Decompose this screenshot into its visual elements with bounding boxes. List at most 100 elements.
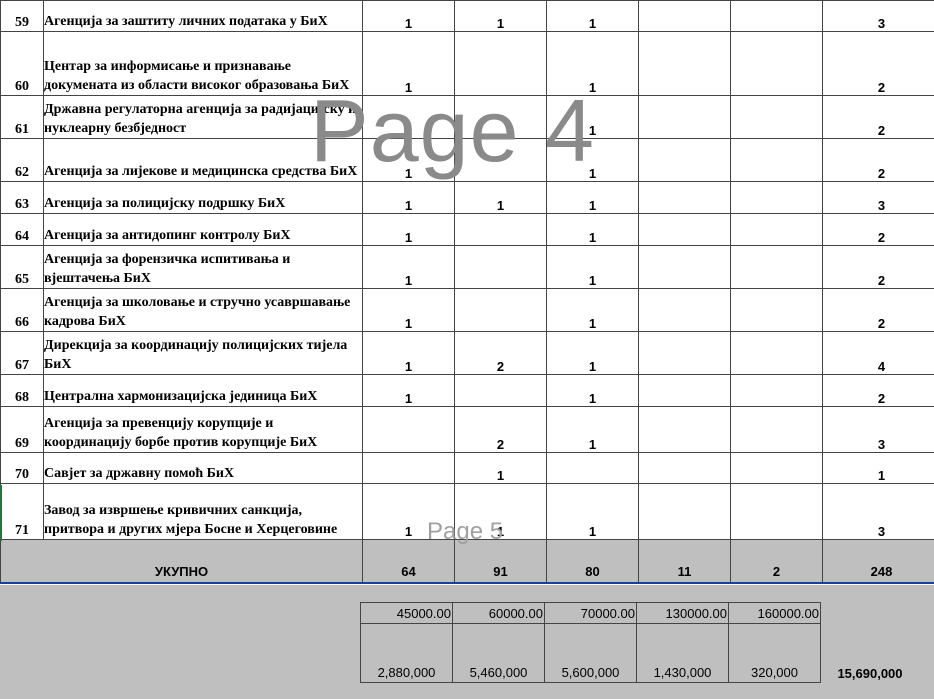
row-total-cell[interactable]: 1 xyxy=(822,452,934,484)
count-cell[interactable]: 1 xyxy=(546,213,639,246)
row-number[interactable]: 59 xyxy=(0,0,44,32)
count-cell[interactable]: 1 xyxy=(454,181,547,214)
count-cell[interactable]: 1 xyxy=(362,331,455,375)
count-cell[interactable]: 1 xyxy=(546,374,639,407)
count-cell[interactable] xyxy=(638,288,731,332)
institution-name[interactable]: Дирекција за координацију полицијских ти… xyxy=(43,331,363,375)
institution-name[interactable]: Савјет за државну помоћ БиХ xyxy=(43,452,363,484)
count-cell[interactable] xyxy=(638,245,731,289)
row-total-cell[interactable]: 2 xyxy=(822,245,934,289)
count-cell[interactable]: 2 xyxy=(454,331,547,375)
row-number[interactable]: 70 xyxy=(0,452,44,484)
count-cell[interactable]: 1 xyxy=(546,31,639,96)
column-total-cell[interactable]: 11 xyxy=(638,539,731,584)
count-cell[interactable] xyxy=(638,95,731,139)
count-cell[interactable] xyxy=(454,288,547,332)
row-number[interactable]: 66 xyxy=(0,288,44,332)
row-number[interactable]: 71 xyxy=(0,483,44,540)
count-cell[interactable]: 1 xyxy=(362,181,455,214)
count-cell[interactable]: 1 xyxy=(362,374,455,407)
amount-cell[interactable]: 2,880,000 xyxy=(360,623,453,683)
row-number[interactable]: 62 xyxy=(0,138,44,182)
count-cell[interactable] xyxy=(730,0,823,32)
count-cell[interactable] xyxy=(638,181,731,214)
price-cell[interactable]: 45000.00 xyxy=(360,602,453,624)
price-cell[interactable]: 160000.00 xyxy=(728,602,821,624)
count-cell[interactable]: 1 xyxy=(546,181,639,214)
count-cell[interactable]: 1 xyxy=(546,95,639,139)
count-cell[interactable] xyxy=(730,406,823,453)
grand-count-cell[interactable]: 248 xyxy=(822,539,934,584)
count-cell[interactable]: 1 xyxy=(362,95,455,139)
count-cell[interactable]: 1 xyxy=(546,406,639,453)
count-cell[interactable] xyxy=(362,406,455,453)
row-number[interactable]: 69 xyxy=(0,406,44,453)
count-cell[interactable] xyxy=(730,245,823,289)
row-total-cell[interactable]: 2 xyxy=(822,31,934,96)
column-total-cell[interactable]: 2 xyxy=(730,539,823,584)
count-cell[interactable]: 1 xyxy=(454,452,547,484)
row-number[interactable]: 63 xyxy=(0,181,44,214)
row-number[interactable]: 68 xyxy=(0,374,44,407)
row-total-cell[interactable]: 3 xyxy=(822,483,934,540)
count-cell[interactable]: 2 xyxy=(454,406,547,453)
count-cell[interactable] xyxy=(454,213,547,246)
row-number[interactable]: 65 xyxy=(0,245,44,289)
count-cell[interactable] xyxy=(730,181,823,214)
count-cell[interactable]: 1 xyxy=(362,483,455,540)
count-cell[interactable] xyxy=(730,288,823,332)
count-cell[interactable] xyxy=(730,452,823,484)
amount-cell[interactable]: 320,000 xyxy=(728,623,821,683)
count-cell[interactable] xyxy=(454,95,547,139)
row-total-cell[interactable]: 2 xyxy=(822,95,934,139)
amount-cell[interactable]: 5,460,000 xyxy=(452,623,545,683)
count-cell[interactable] xyxy=(638,31,731,96)
amount-cell[interactable]: 5,600,000 xyxy=(544,623,637,683)
row-total-cell[interactable]: 3 xyxy=(822,181,934,214)
count-cell[interactable] xyxy=(454,374,547,407)
count-cell[interactable]: 1 xyxy=(546,245,639,289)
count-cell[interactable] xyxy=(638,374,731,407)
price-cell[interactable]: 130000.00 xyxy=(636,602,729,624)
count-cell[interactable]: 1 xyxy=(362,0,455,32)
amount-cell[interactable]: 1,430,000 xyxy=(636,623,729,683)
count-cell[interactable]: 1 xyxy=(454,483,547,540)
count-cell[interactable] xyxy=(730,213,823,246)
count-cell[interactable]: 1 xyxy=(362,213,455,246)
row-total-cell[interactable]: 2 xyxy=(822,138,934,182)
count-cell[interactable] xyxy=(638,331,731,375)
row-number[interactable]: 64 xyxy=(0,213,44,246)
institution-name[interactable]: Централна хармонизацијска јединица БиХ xyxy=(43,374,363,407)
row-number[interactable]: 60 xyxy=(0,31,44,96)
grand-total-cell[interactable]: 15,690,000 xyxy=(821,624,920,683)
column-total-cell[interactable]: 91 xyxy=(454,539,547,584)
count-cell[interactable]: 1 xyxy=(546,138,639,182)
institution-name[interactable]: Агенција за заштиту личних података у Би… xyxy=(43,0,363,32)
institution-name[interactable]: Агенција за школовање и стручно усавршав… xyxy=(43,288,363,332)
count-cell[interactable]: 1 xyxy=(362,138,455,182)
count-cell[interactable]: 1 xyxy=(454,0,547,32)
count-cell[interactable]: 1 xyxy=(546,0,639,32)
count-cell[interactable] xyxy=(638,406,731,453)
count-cell[interactable] xyxy=(638,213,731,246)
count-cell[interactable]: 1 xyxy=(362,31,455,96)
count-cell[interactable] xyxy=(730,95,823,139)
row-total-cell[interactable]: 2 xyxy=(822,288,934,332)
column-total-cell[interactable]: 64 xyxy=(362,539,455,584)
count-cell[interactable] xyxy=(730,374,823,407)
count-cell[interactable]: 1 xyxy=(362,245,455,289)
count-cell[interactable] xyxy=(730,483,823,540)
count-cell[interactable] xyxy=(454,138,547,182)
price-cell[interactable]: 60000.00 xyxy=(452,602,545,624)
count-cell[interactable] xyxy=(362,452,455,484)
count-cell[interactable]: 1 xyxy=(546,331,639,375)
count-cell[interactable] xyxy=(454,31,547,96)
row-total-cell[interactable]: 2 xyxy=(822,213,934,246)
count-cell[interactable] xyxy=(638,483,731,540)
institution-name[interactable]: Центар за информисање и признавање докум… xyxy=(43,31,363,96)
row-total-cell[interactable]: 4 xyxy=(822,331,934,375)
count-cell[interactable]: 1 xyxy=(546,483,639,540)
institution-name[interactable]: Завод за извршење кривичних санкција, пр… xyxy=(43,483,363,540)
count-cell[interactable] xyxy=(730,138,823,182)
row-total-cell[interactable]: 2 xyxy=(822,374,934,407)
